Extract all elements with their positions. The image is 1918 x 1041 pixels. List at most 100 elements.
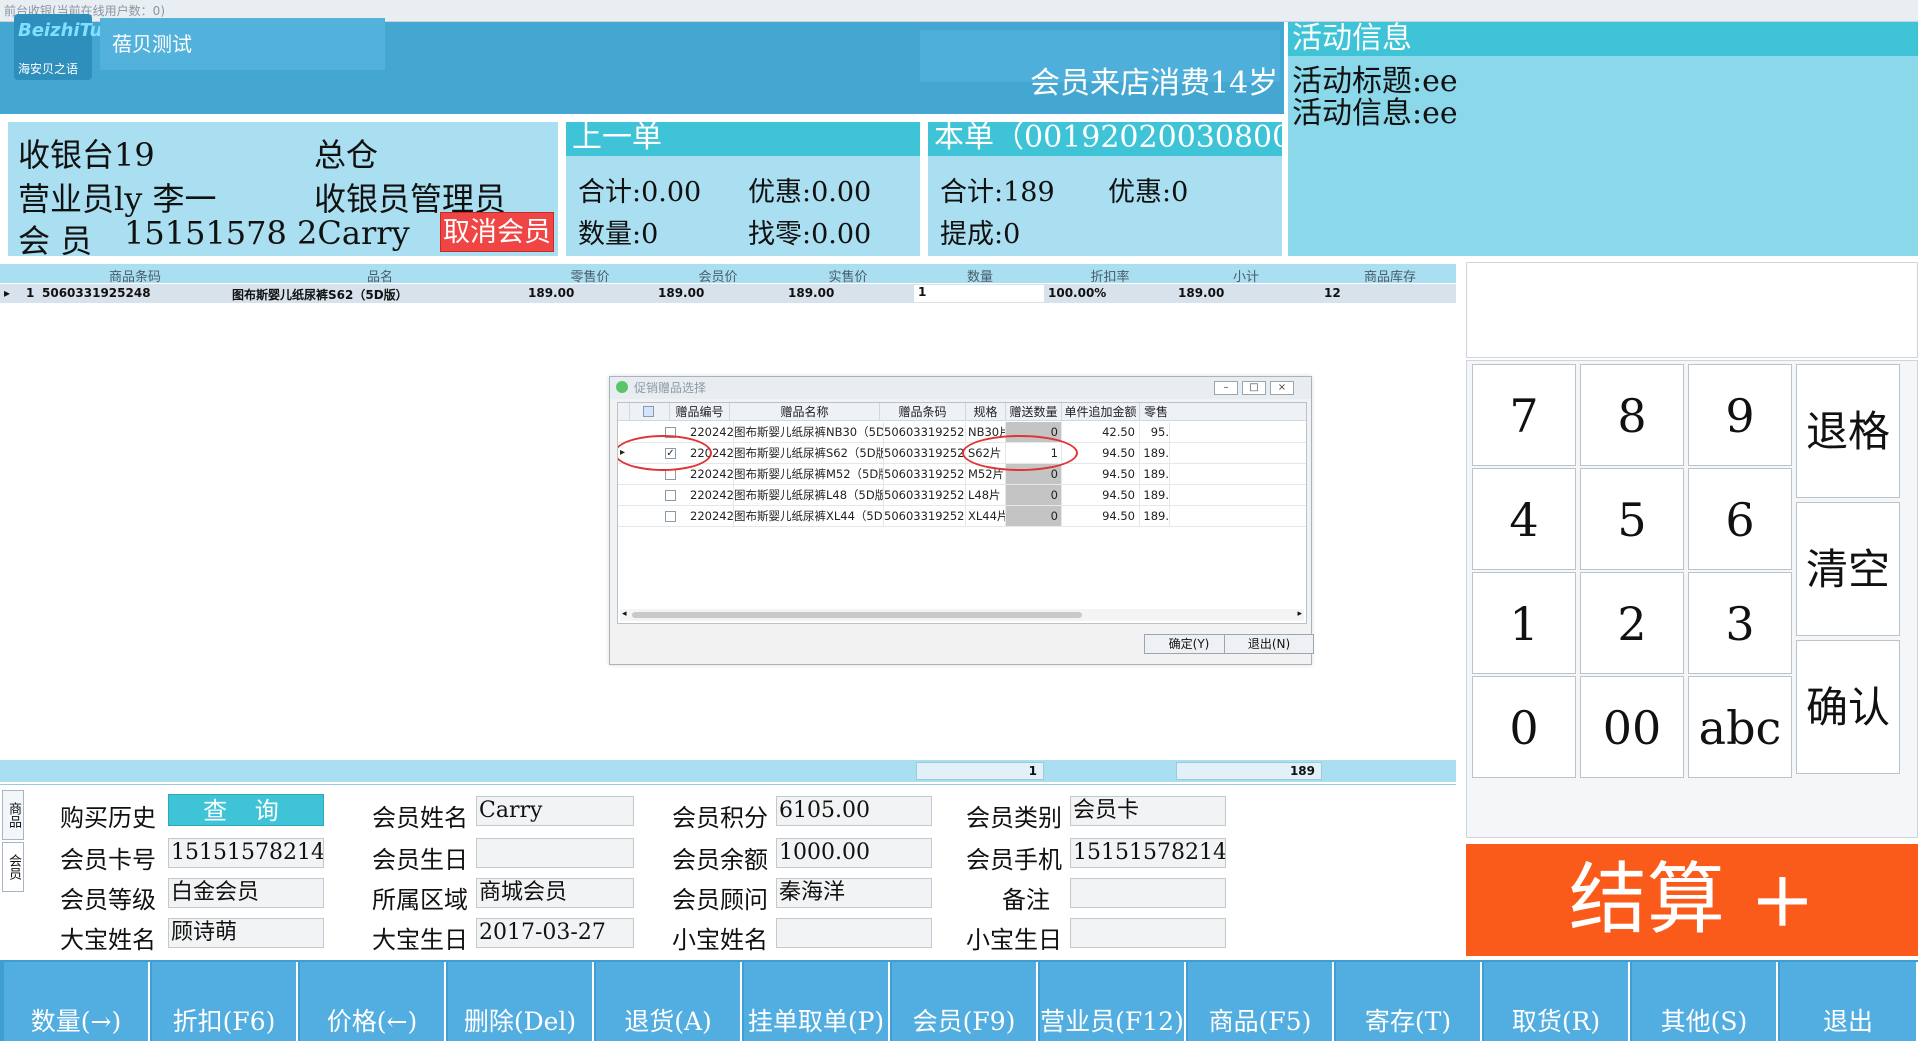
gift-row[interactable]: 22024229 图布斯婴儿纸尿裤XL44（5D版） 5060331925217… [618,506,1306,527]
return-button[interactable]: 退货(A) [596,962,742,1041]
pickup-button[interactable]: 取货(R) [1484,962,1630,1041]
exit-button[interactable]: 退出 [1780,962,1918,1041]
gift-col-name[interactable]: 赠品名称 [730,403,880,421]
gift-col-barcode[interactable]: 赠品条码 [880,403,966,421]
gift-barcode: 5060331925217 [884,506,966,526]
key-4[interactable]: 4 [1472,468,1576,570]
scrollbar-thumb[interactable] [632,612,1082,618]
clear-key[interactable]: 清空 [1796,502,1900,636]
gift-col-retail[interactable]: 零售 [1140,403,1306,421]
gift-extra: 94.50 [1062,506,1140,526]
cancel-member-button[interactable]: 取消会员 [440,212,554,252]
col-discount[interactable]: 折扣率 [1060,266,1160,285]
key-1[interactable]: 1 [1472,572,1576,674]
gift-row[interactable]: 22024228 图布斯婴儿纸尿裤L48（5D版） 5060331925224 … [618,485,1306,506]
key-7[interactable]: 7 [1472,364,1576,466]
app-icon [616,381,628,393]
query-history-button[interactable]: 查 询 [168,794,324,826]
scroll-left-icon[interactable]: ◂ [622,609,627,619]
gift-retail: 95. [1140,422,1170,442]
activity-info: 活动信息:ee [1292,96,1458,131]
qty-button[interactable]: 数量(→) [4,962,150,1041]
settle-button[interactable]: 结算 + [1466,844,1918,956]
gift-checkbox[interactable] [665,490,676,501]
deposit-button[interactable]: 寄存(T) [1336,962,1482,1041]
name-label: 会员姓名 [372,804,468,832]
key-5[interactable]: 5 [1580,468,1684,570]
discount-button[interactable]: 折扣(F6) [152,962,298,1041]
key-9[interactable]: 9 [1688,364,1792,466]
name-field: Carry [476,796,634,826]
member-button[interactable]: 会员(F9) [892,962,1038,1041]
gift-row[interactable]: 22024225 图布斯婴儿纸尿裤NB30（5D版） 5060331925255… [618,422,1306,443]
younger-bday-label: 小宝生日 [966,926,1062,954]
points-label: 会员积分 [672,804,768,832]
hold-order-button[interactable]: 挂单取单(P) [744,962,890,1041]
dialog-cancel-button[interactable]: 退出(N) [1224,634,1314,654]
dialog-title: 促销赠品选择 – □ × [610,377,1311,399]
price-button[interactable]: 价格(←) [300,962,446,1041]
gift-col-extra[interactable]: 单件追加金额 [1062,403,1140,421]
confirm-key[interactable]: 确认 [1796,640,1900,774]
col-qty[interactable]: 数量 [930,266,1030,285]
col-retail[interactable]: 零售价 [540,266,640,285]
gift-name: 图布斯婴儿纸尿裤S62（5D版） [734,443,884,463]
level-field: 白金会员 [168,878,324,908]
gift-retail: 189. [1140,485,1170,505]
row-member-price: 189.00 [658,286,705,300]
close-icon[interactable]: × [1270,381,1294,395]
gift-retail: 189. [1140,506,1170,526]
row-subtotal: 189.00 [1178,286,1225,300]
this-order-total: 合计:189 [940,177,1055,208]
backspace-key[interactable]: 退格 [1796,364,1900,498]
col-stock[interactable]: 商品库存 [1330,266,1450,285]
key-3[interactable]: 3 [1688,572,1792,674]
tab-products[interactable]: 商品 [2,790,24,840]
col-name[interactable]: 品名 [230,266,530,285]
eldest-name-field: 顾诗萌 [168,918,324,948]
gift-col-spec[interactable]: 规格 [966,403,1006,421]
key-00[interactable]: 00 [1580,676,1684,778]
horizontal-scrollbar[interactable]: ◂ ▸ [620,609,1304,621]
dialog-confirm-button[interactable]: 确定(Y) [1144,634,1234,654]
col-subtotal[interactable]: 小计 [1196,266,1296,285]
annotation-circle [962,435,1078,471]
gift-checkbox[interactable] [665,511,676,522]
table-row[interactable]: ▸ 1 5060331925248 图布斯婴儿纸尿裤S62（5D版） 189.0… [0,284,1456,303]
key-6[interactable]: 6 [1688,468,1792,570]
gift-retail: 189. [1140,443,1170,463]
gift-col-code[interactable]: 赠品编号 [670,403,730,421]
member-summary: 15151578 2Carry [124,214,410,252]
col-barcode[interactable]: 商品条码 [60,266,210,285]
prev-order-change: 找零:0.00 [748,219,872,250]
gift-code: 22024227 [690,464,734,484]
key-abc[interactable]: abc [1688,676,1792,778]
register-number: 收银台19 [18,136,155,174]
header-select-all[interactable] [630,403,670,421]
row-name: 图布斯婴儿纸尿裤S62（5D版） [232,288,408,302]
maximize-icon[interactable]: □ [1242,381,1266,395]
gift-col-qty[interactable]: 赠送数量 [1006,403,1062,421]
col-member-price[interactable]: 会员价 [668,266,768,285]
salesperson-button[interactable]: 营业员(F12) [1040,962,1186,1041]
gift-row[interactable]: 22024227 图布斯婴儿纸尿裤M52（5D版） 5060331925231 … [618,464,1306,485]
row-barcode: 5060331925248 [42,286,151,300]
key-8[interactable]: 8 [1580,364,1684,466]
member-label: 会 员 [18,222,93,260]
gift-extra: 94.50 [1062,485,1140,505]
products-button[interactable]: 商品(F5) [1188,962,1334,1041]
younger-name-field [776,918,932,948]
gift-qty[interactable]: 0 [1006,506,1062,526]
phone-label: 会员手机 [966,846,1062,874]
scroll-right-icon[interactable]: ▸ [1297,609,1302,619]
gift-qty[interactable]: 0 [1006,485,1062,505]
delete-button[interactable]: 删除(Del) [448,962,594,1041]
other-button[interactable]: 其他(S) [1632,962,1778,1041]
row-qty-input[interactable]: 1 [914,285,1044,302]
col-actual-price[interactable]: 实售价 [798,266,898,285]
tab-member[interactable]: 会员 [2,842,24,892]
prev-order-discount: 优惠:0.00 [748,177,872,208]
key-2[interactable]: 2 [1580,572,1684,674]
key-0[interactable]: 0 [1472,676,1576,778]
minimize-icon[interactable]: – [1214,381,1238,395]
